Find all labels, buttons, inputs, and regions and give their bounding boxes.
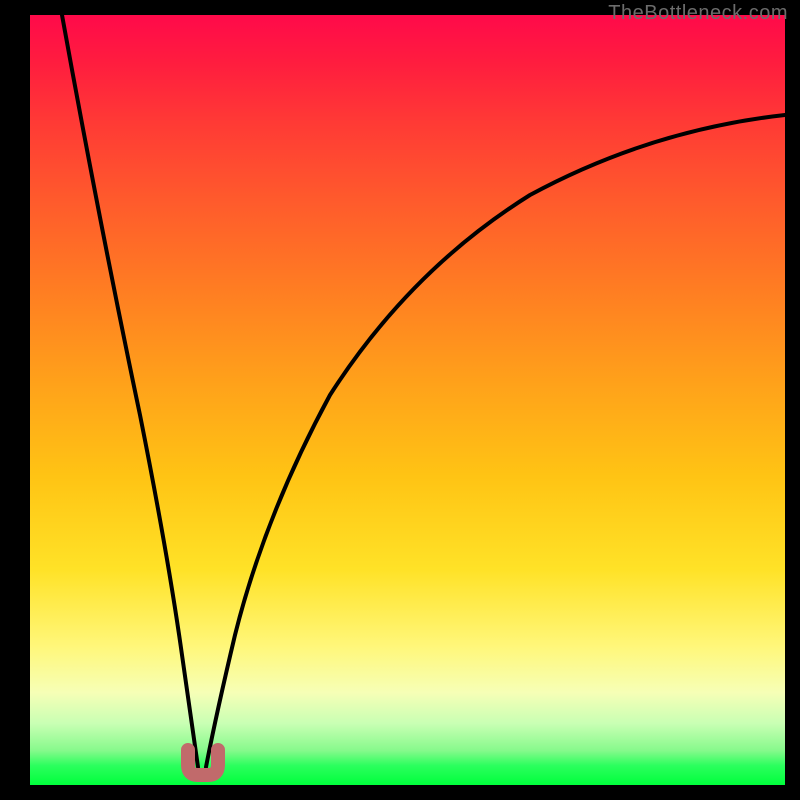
minimum-marker [188,750,218,775]
curve-layer [30,15,785,785]
curve-right-branch [206,115,785,767]
chart-stage: TheBottleneck.com [0,0,800,800]
curve-left-branch [62,15,198,767]
watermark-text: TheBottleneck.com [608,2,788,25]
plot-area [30,15,785,785]
